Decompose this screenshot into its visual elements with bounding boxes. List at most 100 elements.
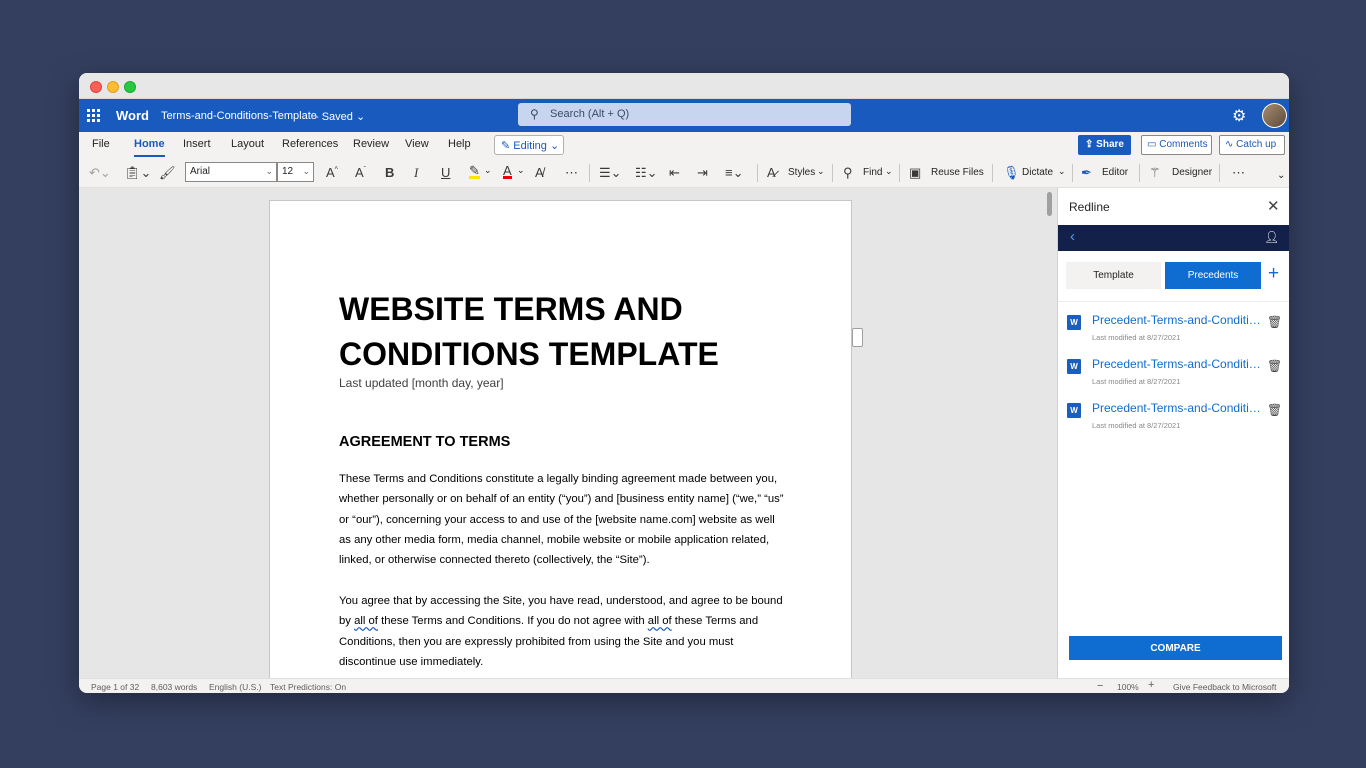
shrink-font-icon[interactable]: Aˇ [355,165,366,180]
chevron-down-icon[interactable]: ⌄ [885,166,893,177]
close-window-button[interactable] [90,81,102,93]
tab-home[interactable]: Home [134,138,165,157]
undo-icon[interactable]: ↶⌄ [89,165,111,181]
tab-review[interactable]: Review [353,138,389,150]
styles-icon[interactable]: A̷ [767,165,776,180]
list-item[interactable]: W Precedent-Terms-and-Conditions Last mo… [1058,390,1289,434]
page-count[interactable]: Page 1 of 32 [91,682,139,692]
app-launcher-icon[interactable] [87,109,100,122]
divider [757,164,758,182]
tab-references[interactable]: References [282,138,338,150]
reuse-files-icon[interactable]: ▣ [909,165,921,181]
divider [1139,164,1140,182]
catch-up-button[interactable]: ∿ Catch up [1219,135,1285,155]
designer-wand-icon[interactable]: ⚚ [1149,165,1161,181]
grow-font-icon[interactable]: A^ [326,165,338,180]
save-status[interactable]: - Saved ⌄ [315,110,365,123]
zoom-in-icon[interactable]: + [1148,679,1154,691]
tab-file[interactable]: File [92,138,110,150]
document-title: WEBSITE TERMS AND CONDITIONS TEMPLATE [339,291,719,372]
add-icon[interactable]: + [1268,263,1279,285]
trash-icon[interactable]: 🗑︎ [1267,359,1282,373]
more-options-icon[interactable]: ⋯ [565,165,578,181]
tab-layout[interactable]: Layout [231,138,264,150]
document-scrollbar[interactable] [1047,192,1052,216]
chevron-down-icon[interactable]: ⌄ [817,166,825,177]
ribbon-expand-chevron-icon[interactable]: ⌄ [1277,170,1285,181]
minimize-window-button[interactable] [107,81,119,93]
trash-icon[interactable]: 🗑︎ [1267,315,1282,329]
chevron-down-icon[interactable]: ⌄ [517,165,525,176]
word-file-icon: W [1067,359,1081,374]
editor-pen-icon[interactable]: ✒ [1081,165,1092,181]
more-ribbon-icon[interactable]: ⋯ [1232,165,1245,181]
tab-insert[interactable]: Insert [183,138,211,150]
user-settings-icon[interactable]: 👤︎ [1264,230,1279,244]
app-name[interactable]: Word [116,108,149,123]
trash-icon[interactable]: 🗑︎ [1267,403,1282,417]
bullets-icon[interactable]: ☰⌄ [599,165,622,181]
increase-indent-icon[interactable]: ⇥ [697,165,708,181]
underline-icon[interactable]: U [441,165,450,180]
language[interactable]: English (U.S.) [209,682,261,692]
file-name-link[interactable]: Precedent-Terms-and-Conditions [1092,357,1264,371]
compare-button[interactable]: COMPARE [1069,636,1282,660]
status-bar: Page 1 of 32 8,603 words English (U.S.) … [79,678,1289,693]
designer-label[interactable]: Designer [1172,167,1212,178]
user-avatar[interactable] [1262,103,1287,128]
document-name[interactable]: Terms-and-Conditions-Template [161,110,317,122]
search-box[interactable]: ⚲ Search (Alt + Q) [518,103,851,126]
find-label[interactable]: Find [863,167,882,178]
chevron-down-icon[interactable]: ⌄ [1058,166,1066,177]
page-navigator[interactable] [852,328,863,347]
comments-button[interactable]: ▭ Comments [1141,135,1212,155]
document-canvas: WEBSITE TERMS AND CONDITIONS TEMPLATE La… [79,188,1057,678]
styles-label[interactable]: Styles [788,167,815,178]
tab-view[interactable]: View [405,138,429,150]
numbering-icon[interactable]: ☷⌄ [635,165,658,181]
list-item[interactable]: W Precedent-Terms-and-Conditions Last mo… [1058,346,1289,390]
clipboard-icon[interactable]: 📋︎⌄ [124,165,151,181]
reuse-files-label[interactable]: Reuse Files [931,167,984,178]
decrease-indent-icon[interactable]: ⇤ [669,165,680,181]
chevron-down-icon[interactable]: ⌄ [484,165,492,176]
zoom-level[interactable]: 100% [1117,682,1139,692]
feedback-link[interactable]: Give Feedback to Microsoft [1173,682,1276,692]
find-icon[interactable]: ⚲ [843,165,853,181]
editing-label: Editing [513,140,547,152]
last-updated-line: Last updated [month day, year] [339,376,504,390]
dictate-label[interactable]: Dictate [1022,167,1053,178]
text-predictions[interactable]: Text Predictions: On [270,682,346,692]
bold-icon[interactable]: B [385,165,394,180]
editing-mode-dropdown[interactable]: ✎ Editing ⌄ [494,135,564,155]
grammar-flag[interactable]: all of [354,615,378,627]
highlight-icon[interactable]: ✎ [469,164,480,179]
word-count[interactable]: 8,603 words [151,682,197,692]
italic-icon[interactable]: I [414,165,418,181]
format-painter-icon[interactable]: 🖌︎ [159,165,176,181]
pencil-icon: ✎ [501,140,511,152]
document-page[interactable]: WEBSITE TERMS AND CONDITIONS TEMPLATE La… [269,200,852,678]
align-icon[interactable]: ≡⌄ [725,165,743,181]
microphone-icon[interactable]: 🎙︎ [1003,165,1020,181]
font-name-select[interactable]: Arial ⌄ [185,162,277,182]
maximize-window-button[interactable] [124,81,136,93]
chevron-down-icon: ⌄ [302,166,310,176]
font-color-icon[interactable]: A [503,164,512,179]
word-file-icon: W [1067,403,1081,418]
zoom-out-icon[interactable]: − [1097,680,1103,692]
back-chevron-icon[interactable]: ‹ [1070,228,1075,245]
grammar-flag[interactable]: all of [648,615,672,627]
file-name-link[interactable]: Precedent-Terms-and-Conditions [1092,313,1264,327]
tab-template[interactable]: Template [1066,262,1161,289]
file-name-link[interactable]: Precedent-Terms-and-Conditions [1092,401,1264,415]
share-button[interactable]: ⇪ Share [1078,135,1131,155]
list-item[interactable]: W Precedent-Terms-and-Conditions Last mo… [1058,302,1289,346]
clear-formatting-icon[interactable]: A̸ [535,165,544,180]
close-icon[interactable]: ✕ [1267,197,1280,215]
tab-precedents[interactable]: Precedents [1165,262,1261,289]
font-size-select[interactable]: 12 ⌄ [277,162,314,182]
editor-label[interactable]: Editor [1102,167,1128,178]
settings-gear-icon[interactable]: ⚙ [1232,106,1246,126]
tab-help[interactable]: Help [448,138,471,150]
